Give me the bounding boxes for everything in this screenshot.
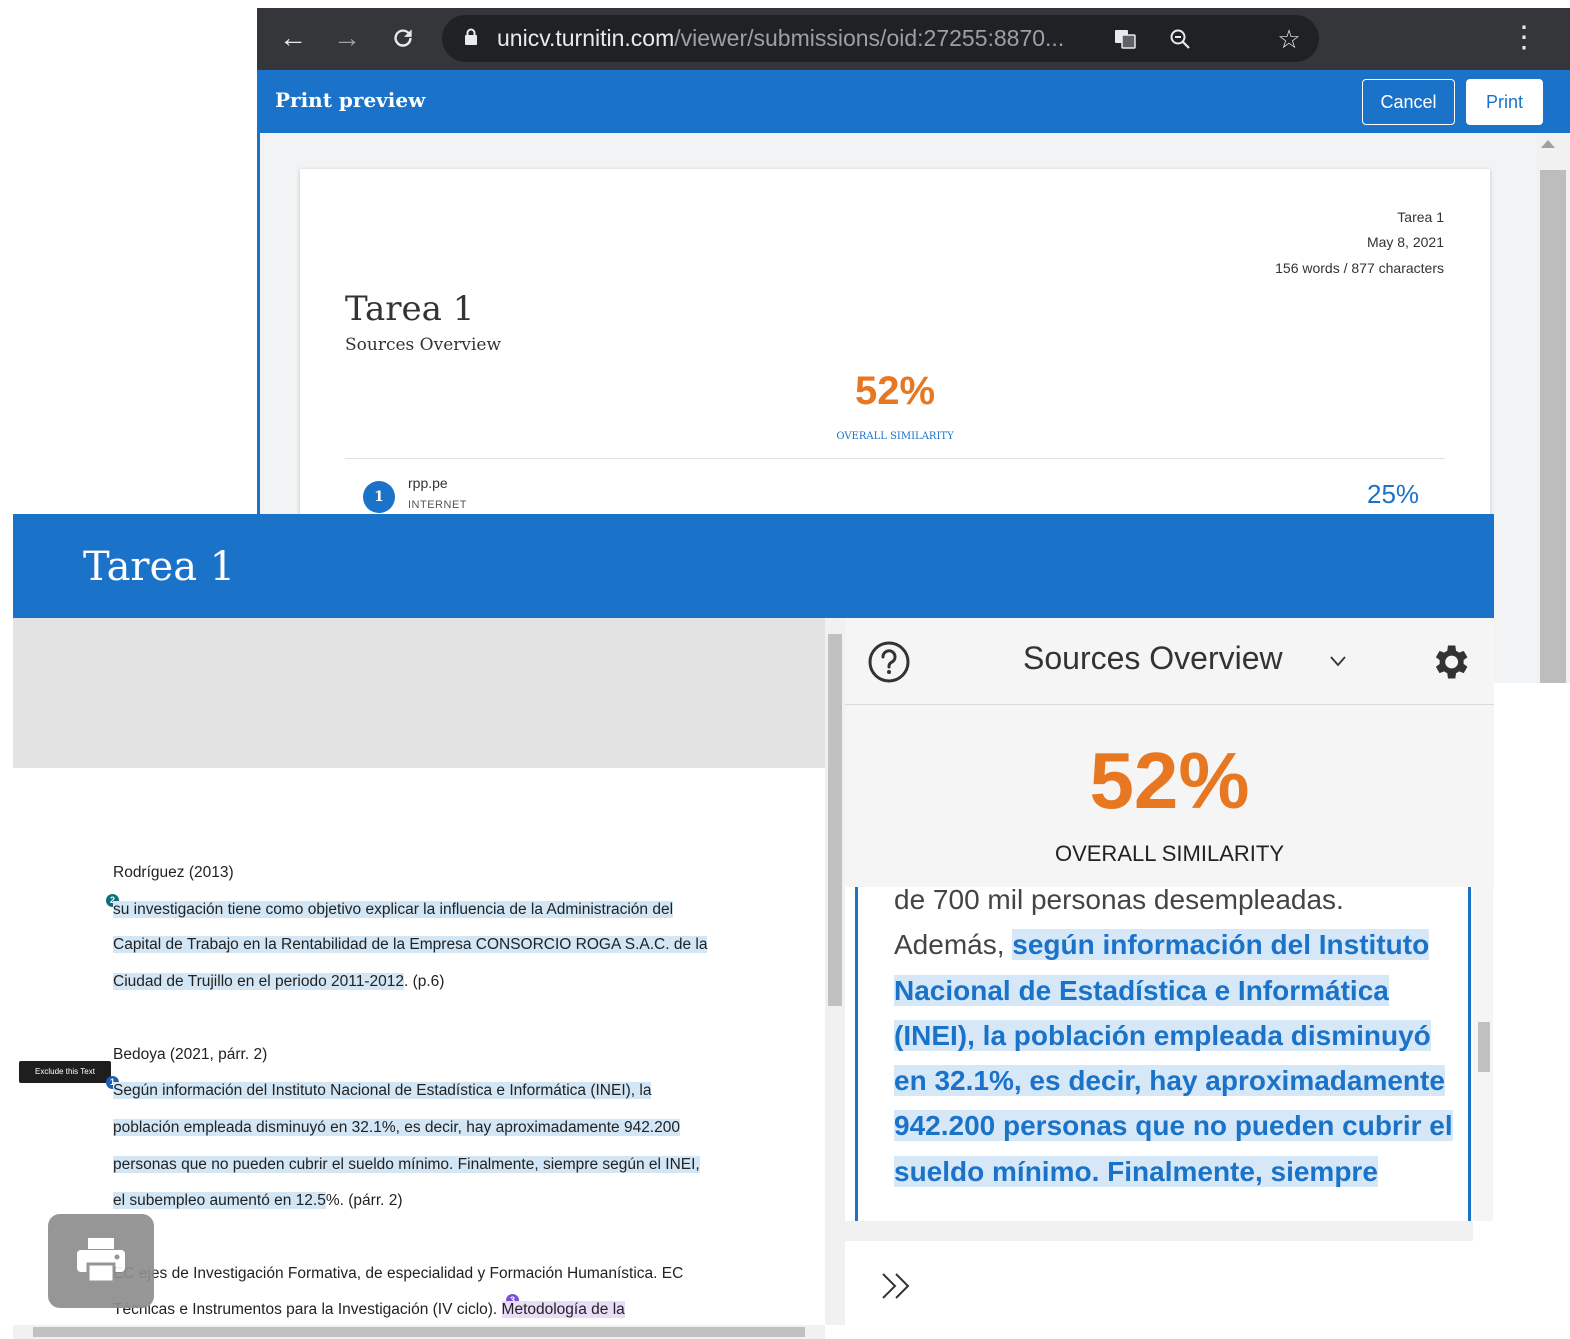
doc-line[interactable]: población empleada disminuyó en 32.1%, e… bbox=[113, 1119, 680, 1137]
viewer-title: Tarea 1 bbox=[83, 544, 236, 590]
preview-scrollbar-thumb[interactable] bbox=[1540, 170, 1566, 683]
document-hscrollbar-thumb[interactable] bbox=[33, 1327, 805, 1337]
doc-line[interactable]: su investigación tiene como objetivo exp… bbox=[113, 901, 674, 919]
printer-icon bbox=[77, 1238, 125, 1284]
similarity-percent: 52% bbox=[854, 369, 936, 413]
page-meta-title: Tarea 1 bbox=[1397, 209, 1444, 225]
source-name: rpp.pe bbox=[408, 475, 448, 491]
similarity-label: OVERALL SIMILARITY bbox=[836, 431, 954, 442]
overall-similarity-percent: 52% bbox=[1089, 736, 1250, 825]
sources-panel: Sources Overview 52% OVERALL SIMILARITY … bbox=[845, 618, 1494, 1339]
page-meta-counts: 156 words / 877 characters bbox=[1275, 260, 1444, 276]
divider bbox=[345, 458, 1445, 459]
doc-line[interactable]: Según información del Instituto Nacional… bbox=[113, 1082, 652, 1100]
star-icon[interactable]: ☆ bbox=[1274, 24, 1304, 54]
source-match-excerpt[interactable]: de 700 mil personas desempleadas. Además… bbox=[855, 887, 1471, 1227]
page-title: Tarea 1 bbox=[345, 289, 475, 329]
source-number-badge: 1 bbox=[363, 481, 395, 513]
citation-bedoya: Bedoya (2021, párr. 2) bbox=[113, 1046, 268, 1063]
address-bar[interactable]: unicv.turnitin.com/viewer/submissions/oi… bbox=[442, 15, 1319, 62]
viewer-header: Tarea 1 bbox=[13, 514, 1494, 618]
print-preview-header: Print preview Cancel Print bbox=[257, 70, 1570, 133]
source-type: INTERNET bbox=[408, 499, 467, 511]
document-pane: Rodríguez (2013) 2 su investigación tien… bbox=[13, 618, 825, 1339]
source-percent: 25% bbox=[1367, 479, 1420, 509]
doc-line[interactable]: Ciudad de Trujillo en el periodo 2011-20… bbox=[113, 973, 444, 991]
menu-icon[interactable]: ⋮ bbox=[1509, 20, 1539, 60]
url-text: unicv.turnitin.com/viewer/submissions/oi… bbox=[497, 25, 1065, 51]
preview-page: Tarea 1 May 8, 2021 156 words / 877 char… bbox=[300, 169, 1490, 569]
similarity-summary: 52% OVERALL SIMILARITY bbox=[845, 705, 1494, 887]
cancel-button[interactable]: Cancel bbox=[1362, 79, 1455, 125]
overall-similarity-label: OVERALL SIMILARITY bbox=[1054, 841, 1285, 866]
sources-panel-header: Sources Overview bbox=[845, 618, 1494, 705]
excerpt-text: de 700 mil personas desempleadas. Además… bbox=[894, 887, 1453, 1187]
chevron-down-icon[interactable] bbox=[1329, 654, 1347, 668]
excerpt-horizontal-scrollbar[interactable] bbox=[845, 1221, 1473, 1241]
citation-rodriguez: Rodríguez (2013) bbox=[113, 864, 234, 881]
doc-line[interactable]: EC ejes de Investigación Formativa, de e… bbox=[113, 1265, 683, 1283]
forward-icon[interactable]: → bbox=[327, 18, 367, 58]
page-meta-date: May 8, 2021 bbox=[1366, 234, 1444, 250]
print-button[interactable]: Print bbox=[1466, 79, 1543, 125]
doc-line[interactable]: Capital de Trabajo en la Rentabilidad de… bbox=[113, 936, 708, 954]
doc-line[interactable]: el subempleo aumentó en 12.5%. (párr. 2) bbox=[113, 1192, 403, 1210]
print-fab-button[interactable] bbox=[48, 1214, 154, 1308]
doc-line[interactable]: Técnicas e Instrumentos para la Investig… bbox=[113, 1301, 625, 1319]
reload-icon[interactable] bbox=[383, 18, 423, 58]
print-preview-title: Print preview bbox=[275, 88, 426, 112]
lock-icon bbox=[465, 28, 477, 45]
sources-overview-title[interactable]: Sources Overview bbox=[1023, 640, 1283, 677]
gear-icon[interactable] bbox=[1428, 640, 1472, 684]
exclude-text-tooltip[interactable]: Exclude this Text bbox=[19, 1061, 111, 1083]
scroll-up-arrow-icon[interactable] bbox=[1541, 140, 1555, 148]
expand-panel-icon[interactable] bbox=[879, 1268, 915, 1304]
doc-line[interactable]: personas que no pueden cubrir el sueldo … bbox=[113, 1156, 700, 1174]
excerpt-scrollbar-thumb[interactable] bbox=[1478, 1022, 1490, 1072]
back-icon[interactable]: ← bbox=[273, 18, 313, 58]
document-scrollbar-thumb[interactable] bbox=[828, 634, 842, 1006]
zoom-icon[interactable] bbox=[1165, 24, 1195, 54]
translate-icon[interactable] bbox=[1110, 24, 1140, 54]
help-icon[interactable] bbox=[867, 640, 911, 684]
page-subtitle: Sources Overview bbox=[345, 335, 502, 355]
panel-footer bbox=[845, 1241, 1494, 1339]
matched-text: según información del Instituto Nacional… bbox=[894, 929, 1453, 1187]
browser-toolbar: ← → unicv.turnitin.com/viewer/submission… bbox=[257, 8, 1570, 70]
page-gap bbox=[13, 618, 825, 768]
